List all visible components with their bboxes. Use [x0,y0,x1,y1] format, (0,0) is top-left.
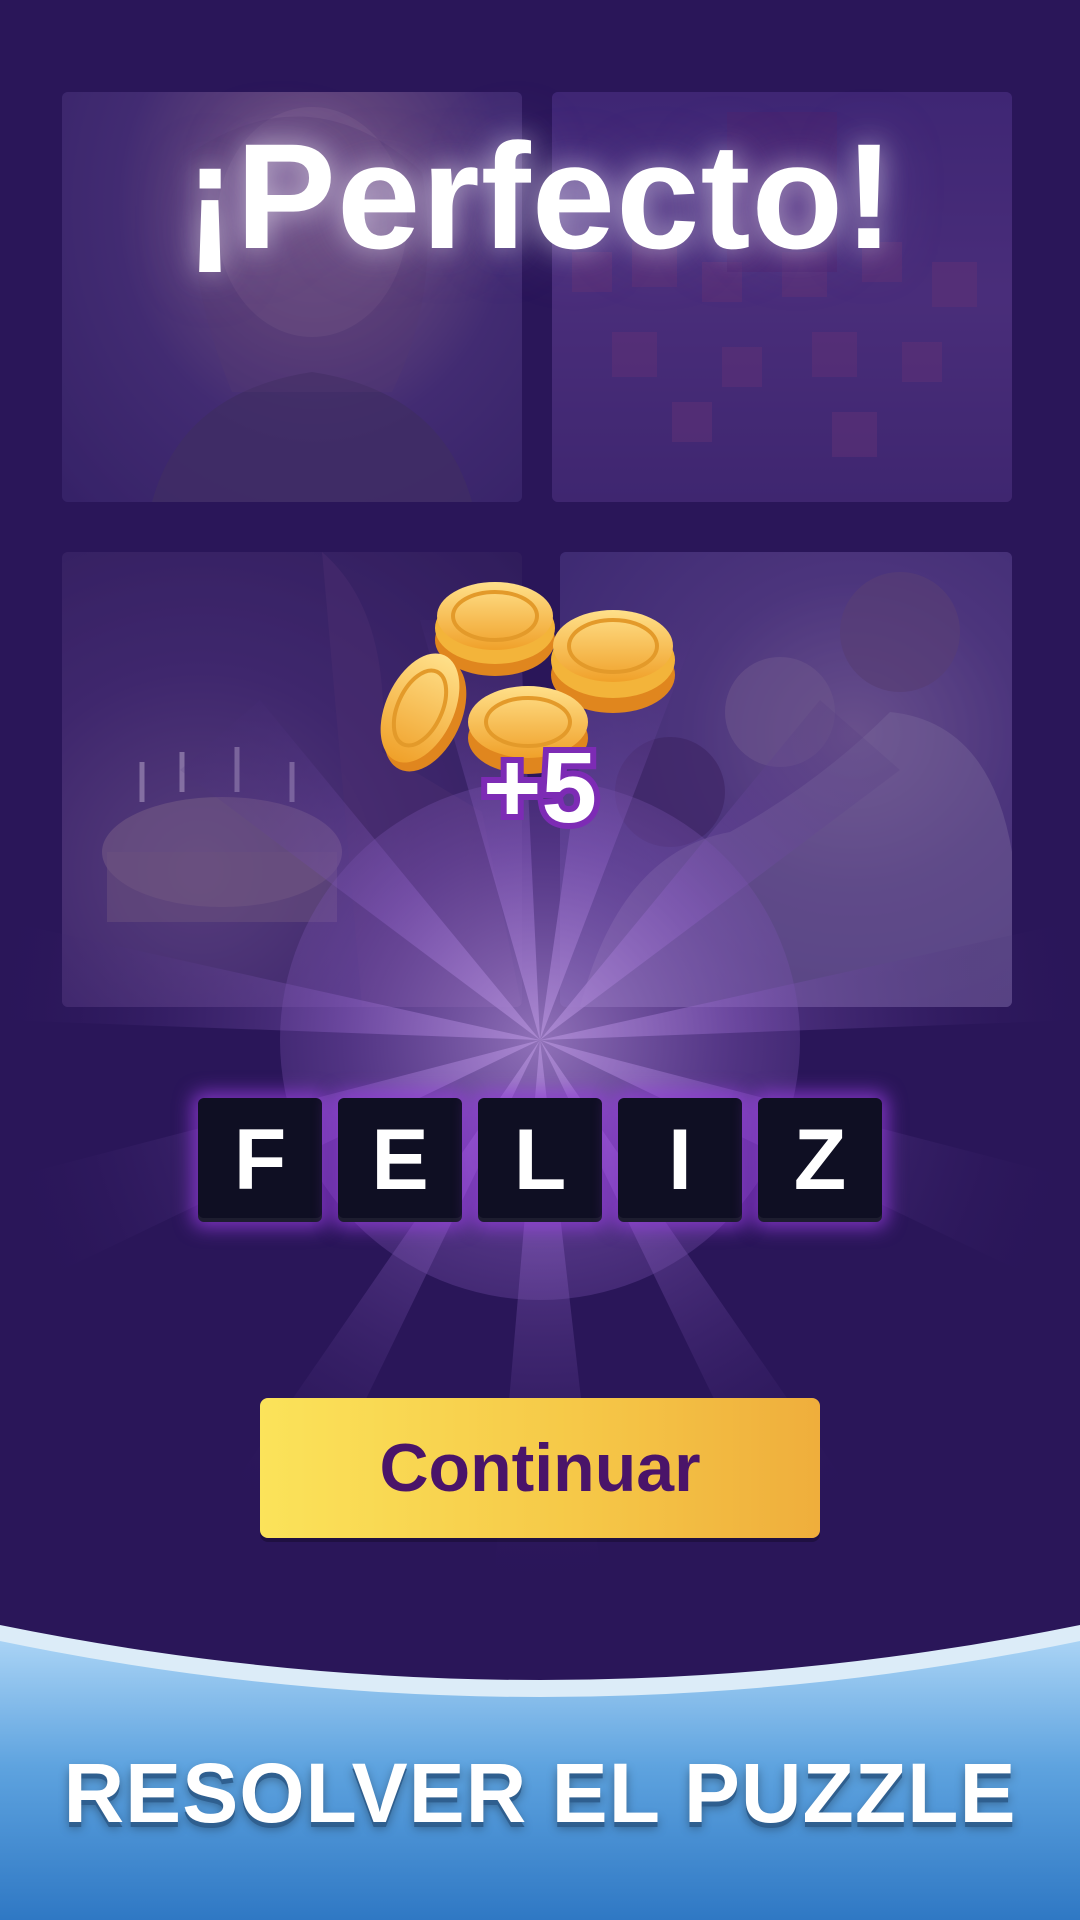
answer-letter-tile: L [478,1098,602,1222]
answer-word: F E L I Z [198,1098,882,1222]
game-screen: ¡Perfecto! +5 F E L I Z Continuar RESOLV… [0,0,1080,1920]
continue-button[interactable]: Continuar [260,1398,820,1538]
answer-letter-tile: F [198,1098,322,1222]
answer-letter-tile: Z [758,1098,882,1222]
answer-letter-tile: I [618,1098,742,1222]
success-title: ¡Perfecto! [184,112,896,280]
banner-title: RESOLVER EL PUZZLE [63,1746,1017,1840]
answer-letter-tile: E [338,1098,462,1222]
reward-amount: +5 [477,732,603,844]
